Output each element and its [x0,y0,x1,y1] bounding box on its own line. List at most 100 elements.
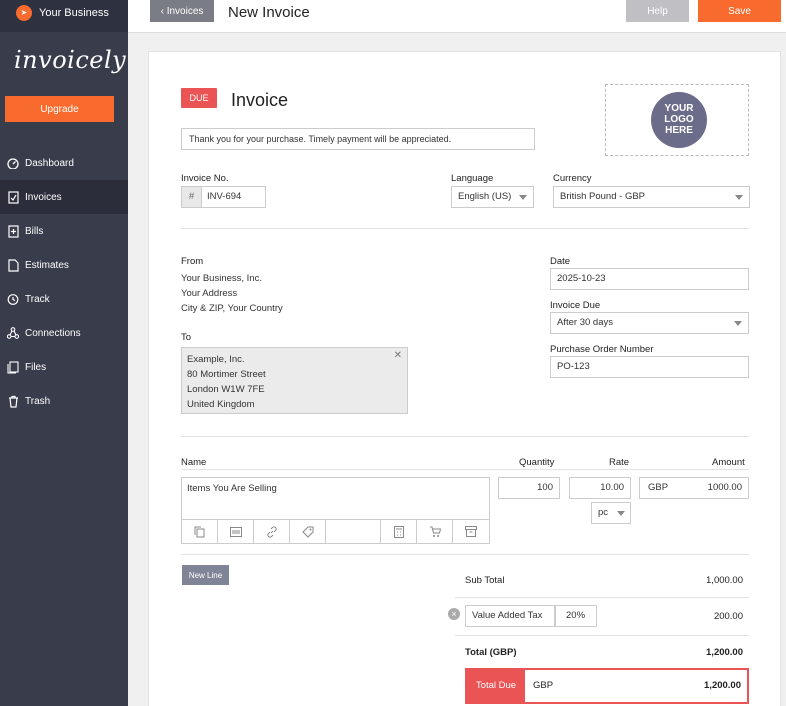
tax-name-field[interactable]: Value Added Tax [465,605,555,627]
business-logo-icon: ➤ [16,5,32,21]
total-due-currency: GBP [533,680,554,691]
back-to-invoices-button[interactable]: ‹ Invoices [150,0,214,22]
files-icon [7,360,19,374]
chevron-down-icon [617,511,625,516]
language-select[interactable]: English (US) [451,186,534,208]
barcode-icon[interactable] [218,520,254,543]
sidebar-item-trash[interactable]: Trash [0,384,128,418]
amount-column-header: Amount [712,457,745,468]
chevron-down-icon [735,195,743,200]
invoice-number-value: INV-694 [207,191,242,202]
amount-currency: GBP [648,482,669,493]
link-icon[interactable] [254,520,290,543]
invoice-title[interactable]: Invoice [231,90,288,111]
invoice-number-field[interactable]: # INV-694 [181,186,266,208]
trash-icon [7,395,19,408]
logo-placeholder: YOUR LOGO HERE [651,92,707,148]
to-line: Example, Inc. [187,354,245,365]
sidebar-item-estimates[interactable]: Estimates [0,248,128,282]
sidebar-item-label: Connections [25,327,81,339]
toolbar-spacer [326,520,381,543]
calculator-icon[interactable] [381,520,417,543]
item-description-field[interactable]: Items You Are Selling [181,477,490,520]
divider [455,635,749,636]
new-line-button[interactable]: New Line [182,565,229,585]
bill-icon [7,224,19,238]
total-label: Total (GBP) [465,647,517,658]
rate-column-header: Rate [609,457,630,468]
sidebar: ➤ Your Business invoicely Upgrade Dashbo… [0,0,128,706]
po-number-label: Purchase Order Number [550,344,654,355]
to-line: United Kingdom [187,399,255,410]
sidebar-item-track[interactable]: Track [0,282,128,316]
sidebar-item-label: Track [25,293,50,305]
sidebar-item-dashboard[interactable]: Dashboard [0,146,128,180]
help-button[interactable]: Help [626,0,689,22]
sidebar-item-label: Invoices [25,191,62,203]
sidebar-item-files[interactable]: Files [0,350,128,384]
remove-tax-icon[interactable]: × [448,608,460,620]
quantity-field[interactable]: 100 [498,477,560,499]
archive-icon[interactable] [453,520,489,543]
divider [181,228,749,229]
to-line: London W1W 7FE [187,384,265,395]
rate-field[interactable]: 10.00 [569,477,631,499]
cart-icon[interactable] [417,520,453,543]
total-due-value: 1,200.00 [704,680,741,691]
clock-icon [7,293,19,306]
invoice-due-select[interactable]: After 30 days [550,312,749,334]
sidebar-item-bills[interactable]: Bills [0,214,128,248]
invoice-document: DUE Invoice Thank you for your purchase.… [148,51,781,706]
currency-select[interactable]: British Pound - GBP [553,186,750,208]
tag-icon[interactable] [290,520,326,543]
to-address-box[interactable]: ✕ Example, Inc. 80 Mortimer Street Londo… [181,347,408,414]
tax-rate-field[interactable]: 20% [555,605,597,627]
logo-upload-area[interactable]: YOUR LOGO HERE [605,84,749,156]
sidebar-item-label: Estimates [25,259,69,271]
invoice-message-field[interactable]: Thank you for your purchase. Timely paym… [181,128,535,150]
total-due-box: Total Due GBP 1,200.00 [465,668,749,704]
to-line: 80 Mortimer Street [187,369,266,380]
from-line: Your Business, Inc. [181,273,262,284]
to-label: To [181,332,192,343]
from-label: From [181,256,204,267]
currency-value: British Pound - GBP [560,191,646,202]
back-button-label: Invoices [166,5,204,17]
date-label: Date [550,256,571,267]
invoice-icon [7,190,19,204]
total-due-label: Total Due [467,670,525,702]
language-label: Language [451,173,494,184]
close-icon[interactable]: ✕ [394,350,402,361]
sidebar-item-label: Dashboard [25,157,74,169]
total-value: 1,200.00 [706,647,743,658]
date-field[interactable]: 2025-10-23 [550,268,749,290]
page-title: New Invoice [228,4,310,21]
from-address[interactable]: Your Business, Inc. Your Address City & … [181,271,283,316]
save-button[interactable]: Save [698,0,781,22]
sidebar-item-label: Files [25,361,47,373]
currency-label: Currency [553,173,592,184]
sidebar-item-invoices[interactable]: Invoices [0,180,128,214]
business-switcher[interactable]: ➤ Your Business [16,5,109,21]
upgrade-button[interactable]: Upgrade [5,96,114,122]
sidebar-item-label: Trash [25,395,51,407]
language-value: English (US) [458,191,512,202]
unit-select[interactable]: pc [591,502,631,524]
sidebar-item-label: Bills [25,225,44,237]
connections-icon [7,327,19,340]
sidebar-item-connections[interactable]: Connections [0,316,128,350]
logo-placeholder-text: YOUR LOGO HERE [664,103,694,136]
business-name: Your Business [39,7,109,19]
hash-prefix: # [182,187,202,207]
from-line: Your Address [181,288,238,299]
invoicely-logo[interactable]: invoicely [14,46,126,74]
po-number-field[interactable]: PO-123 [550,356,749,378]
amount-field[interactable]: GBP 1000.00 [639,477,749,499]
from-line: City & ZIP, Your Country [181,303,283,314]
quantity-column-header: Quantity [519,457,555,468]
name-column-header: Name [181,457,207,468]
copy-icon[interactable] [182,520,218,543]
top-bar: ‹ Invoices New Invoice Help Save [128,0,786,33]
item-toolbar [181,520,490,544]
invoice-due-value: After 30 days [557,317,613,328]
